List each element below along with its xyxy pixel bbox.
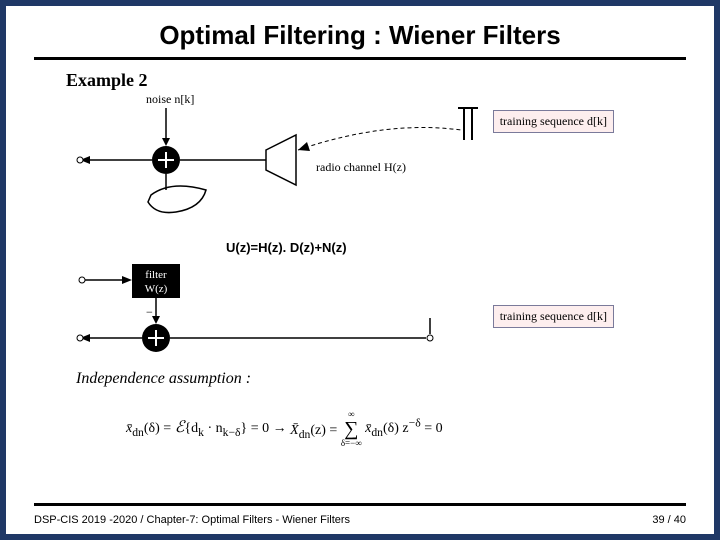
eq-dot: · n bbox=[204, 421, 223, 436]
page-total: 40 bbox=[674, 514, 686, 526]
eq-rhs-arg: (z) = bbox=[310, 423, 337, 438]
diagram-upper-svg bbox=[66, 100, 526, 240]
page-current: 39 bbox=[652, 514, 664, 526]
eq-sum-body-exp: −δ bbox=[409, 417, 421, 430]
rule-bottom bbox=[34, 503, 686, 506]
footer-chapter: Chapter-7: Optimal Filters - Wiener Filt… bbox=[147, 514, 351, 526]
footer-course: DSP-CIS 2019 -2020 bbox=[34, 514, 137, 526]
filter-box-line1: filter bbox=[145, 269, 167, 281]
footer-sep: / bbox=[137, 514, 146, 526]
eq-lhs-arg: (δ) bbox=[144, 421, 160, 436]
rule-top bbox=[34, 57, 686, 60]
training-sequence-box-upper: training sequence d[k] bbox=[493, 110, 614, 133]
diagram-upper bbox=[66, 100, 526, 245]
equation-bottom: x̄dn(δ) = ℰ{dk · nk−δ} = 0 → X̄dn(z) = ∞… bbox=[126, 410, 443, 448]
training-sequence-box-lower: training sequence d[k] bbox=[493, 305, 614, 328]
eq-sum-bot: δ=−∞ bbox=[341, 439, 362, 448]
eq-close: } = 0 bbox=[241, 421, 270, 436]
eq-tail: = 0 bbox=[421, 421, 443, 436]
eq-sum-body-sub: dn bbox=[371, 426, 383, 439]
eq-expect: ℰ bbox=[175, 419, 185, 436]
slide-title: Optimal Filtering : Wiener Filters bbox=[6, 6, 714, 57]
independence-label: Independence assumption : bbox=[76, 370, 251, 388]
content-area: Example 2 noise n[k] bbox=[66, 70, 654, 470]
eq-arrow: → bbox=[273, 421, 291, 436]
slide-body: Optimal Filtering : Wiener Filters Examp… bbox=[6, 6, 714, 534]
footer-left: DSP-CIS 2019 -2020 / Chapter-7: Optimal … bbox=[34, 514, 350, 526]
radio-channel-label: radio channel H(z) bbox=[316, 160, 406, 175]
page-indicator: 39 / 40 bbox=[652, 514, 686, 526]
minus-sign: − bbox=[146, 305, 153, 319]
eq-inside: {d bbox=[184, 421, 198, 436]
eq-rhs-var: X̄ bbox=[290, 423, 299, 438]
eq-inside-kmd: k−δ bbox=[223, 426, 241, 439]
example-label: Example 2 bbox=[66, 70, 654, 91]
eq-rhs-sub: dn bbox=[299, 428, 311, 441]
footer: DSP-CIS 2019 -2020 / Chapter-7: Optimal … bbox=[34, 514, 686, 526]
signal-equation: U(z)=H(z). D(z)+N(z) bbox=[226, 240, 347, 255]
filter-box-line2: W(z) bbox=[145, 283, 168, 295]
eq-sum: ∑ bbox=[341, 419, 362, 439]
eq-lhs-sub: dn bbox=[132, 426, 144, 439]
eq-sum-body-arg: (δ) z bbox=[383, 421, 409, 436]
page-sep: / bbox=[665, 514, 674, 526]
